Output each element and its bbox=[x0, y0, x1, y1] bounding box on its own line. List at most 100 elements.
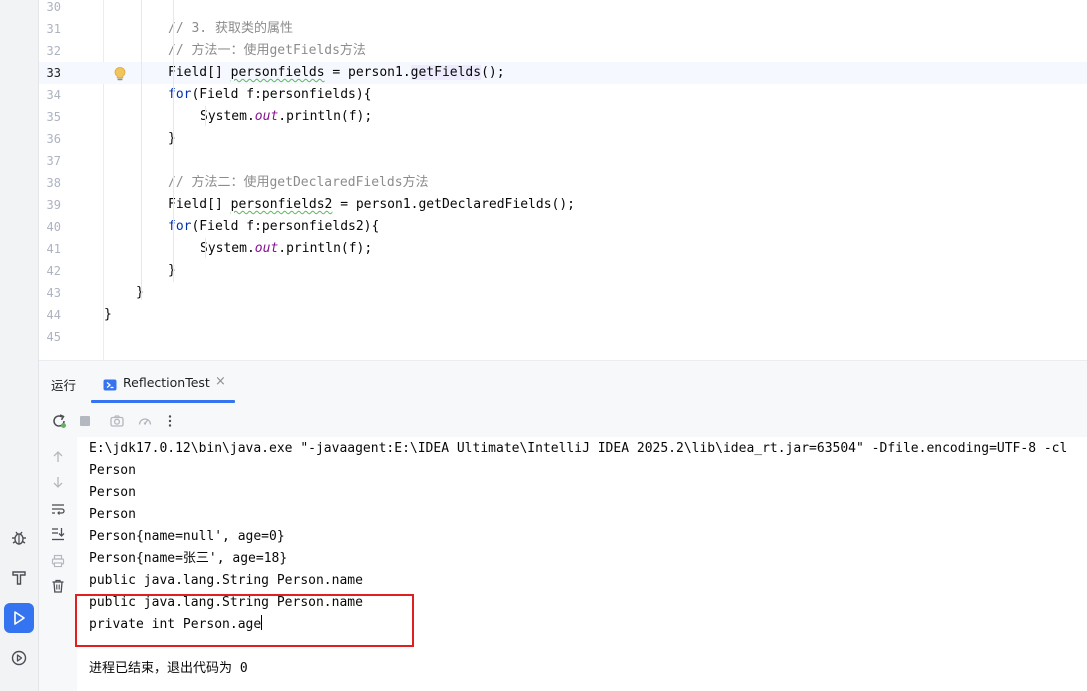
code-text: } bbox=[168, 262, 176, 280]
clear-icon bbox=[52, 579, 64, 593]
clear-all-button[interactable] bbox=[48, 576, 68, 596]
line-number[interactable]: 38 bbox=[39, 176, 61, 190]
console-line: public java.lang.String Person.name bbox=[89, 573, 363, 588]
console-output[interactable]: E:\jdk17.0.12\bin\java.exe "-javaagent:E… bbox=[77, 437, 1087, 691]
scroll-down-button[interactable] bbox=[48, 472, 68, 492]
scroll-up-button[interactable] bbox=[48, 447, 68, 467]
code-text: for(Field f:personfields){ bbox=[168, 86, 372, 104]
more-options-button[interactable] bbox=[160, 411, 180, 431]
stop-button[interactable] bbox=[75, 411, 95, 431]
line-number[interactable]: 34 bbox=[39, 88, 61, 102]
left-tool-strip bbox=[0, 0, 39, 691]
code-line[interactable]: 42} bbox=[39, 260, 1087, 282]
line-number[interactable]: 42 bbox=[39, 264, 61, 278]
code-line[interactable]: 32 // 方法一：使用getFields方法 bbox=[39, 40, 1087, 62]
code-token: System. bbox=[200, 109, 255, 124]
code-text: // 方法一：使用getFields方法 bbox=[168, 42, 366, 60]
run-header: 运行 ReflectionTest × bbox=[39, 361, 1087, 403]
line-number[interactable]: 39 bbox=[39, 198, 61, 212]
console-line: Person{name=张三', age=18} bbox=[89, 551, 288, 566]
soft-wrap-icon bbox=[52, 504, 65, 515]
code-token: } bbox=[168, 263, 176, 278]
profiler-button[interactable] bbox=[135, 411, 155, 431]
code-token: = person1.getDeclaredFields(); bbox=[332, 197, 576, 212]
code-line[interactable]: 35 System.out.println(f); bbox=[39, 106, 1087, 128]
line-number[interactable]: 45 bbox=[39, 330, 61, 344]
code-line[interactable]: 43} bbox=[39, 282, 1087, 304]
console-command-line: E:\jdk17.0.12\bin\java.exe "-javaagent:E… bbox=[89, 441, 1068, 456]
console-line: Person bbox=[89, 463, 136, 478]
line-number[interactable]: 32 bbox=[39, 44, 61, 58]
code-line[interactable]: 31 // 3. 获取类的属性 bbox=[39, 18, 1087, 40]
code-editor[interactable]: 30 31 // 3. 获取类的属性 32 // 方法一：使用getFields方法 33… bbox=[39, 0, 1087, 360]
code-text: } bbox=[104, 306, 112, 324]
code-line[interactable]: 40 for(Field f:personfields2){ bbox=[39, 216, 1087, 238]
code-line[interactable]: 37 bbox=[39, 150, 1087, 172]
code-token: // 3. 获取类的属性 bbox=[168, 21, 293, 36]
code-text: Field[] personfields = person1.getFields… bbox=[168, 64, 505, 82]
line-number[interactable]: 30 bbox=[39, 0, 61, 14]
code-token: Field[] bbox=[168, 65, 231, 80]
build-icon bbox=[12, 571, 26, 585]
console-line: Person{name=null', age=0} bbox=[89, 529, 285, 544]
code-token: System. bbox=[200, 241, 255, 256]
indent-guide bbox=[205, 238, 206, 258]
code-line[interactable]: 45 bbox=[39, 326, 1087, 348]
line-number[interactable]: 35 bbox=[39, 110, 61, 124]
soft-wrap-button[interactable] bbox=[48, 499, 68, 519]
scroll-to-end-button[interactable] bbox=[48, 524, 68, 544]
line-number[interactable]: 44 bbox=[39, 308, 61, 322]
code-line[interactable]: 33 Field[] personfields = person1.getFiel… bbox=[39, 62, 1087, 84]
code-token: for bbox=[168, 219, 192, 234]
code-text: System.out.println(f); bbox=[200, 240, 372, 258]
print-icon bbox=[51, 554, 65, 568]
code-token: personfields2 bbox=[230, 197, 333, 212]
code-token: } bbox=[136, 285, 144, 300]
line-number[interactable]: 33 bbox=[39, 66, 61, 80]
line-number[interactable]: 37 bbox=[39, 154, 61, 168]
code-line[interactable]: 30 bbox=[39, 0, 1087, 18]
run-config-icon bbox=[103, 376, 117, 395]
code-line[interactable]: 41 System.out.println(f); bbox=[39, 238, 1087, 260]
line-number[interactable]: 31 bbox=[39, 22, 61, 36]
process-exit-message: 进程已结束，退出代码为 0 bbox=[89, 661, 248, 676]
code-token: } bbox=[168, 131, 176, 146]
code-line[interactable]: 34 for(Field f:personfields){ bbox=[39, 84, 1087, 106]
intention-bulb-icon[interactable] bbox=[113, 66, 127, 86]
code-token: out bbox=[254, 241, 279, 256]
run-tool-window: 运行 ReflectionTest × E:\jdk17.0.12\bin\ja… bbox=[39, 360, 1087, 691]
services-tool-button[interactable] bbox=[4, 643, 34, 673]
stop-icon bbox=[80, 416, 90, 426]
run-icon bbox=[14, 611, 25, 625]
rerun-button[interactable] bbox=[49, 411, 69, 431]
code-token: out bbox=[254, 109, 279, 124]
highlight-annotation-box bbox=[75, 594, 414, 647]
run-toolbar bbox=[39, 407, 1087, 435]
code-text: } bbox=[136, 284, 144, 302]
build-tool-button[interactable] bbox=[4, 563, 34, 593]
tab-close-icon[interactable]: × bbox=[215, 374, 226, 389]
code-token: Field[] bbox=[168, 197, 231, 212]
line-number[interactable]: 40 bbox=[39, 220, 61, 234]
code-token: = person1. bbox=[324, 65, 411, 80]
tab-reflection-test[interactable]: ReflectionTest × bbox=[91, 361, 235, 403]
code-text: // 3. 获取类的属性 bbox=[168, 20, 293, 38]
code-line[interactable]: 39 Field[] personfields2 = person1.getDec… bbox=[39, 194, 1087, 216]
line-number[interactable]: 36 bbox=[39, 132, 61, 146]
code-token: getFields bbox=[410, 65, 482, 80]
dump-threads-button[interactable] bbox=[107, 411, 127, 431]
run-panel-title: 运行 bbox=[51, 378, 77, 393]
console-line: Person bbox=[89, 485, 136, 500]
print-button[interactable] bbox=[48, 551, 68, 571]
code-token: .println(f); bbox=[278, 109, 373, 124]
code-text: // 方法二：使用getDeclaredFields方法 bbox=[168, 174, 429, 192]
indent-guide bbox=[205, 106, 206, 126]
code-line[interactable]: 38 // 方法二：使用getDeclaredFields方法 bbox=[39, 172, 1087, 194]
code-text: Field[] personfields2 = person1.getDecla… bbox=[168, 196, 575, 214]
debug-tool-button[interactable] bbox=[4, 523, 34, 553]
line-number[interactable]: 41 bbox=[39, 242, 61, 256]
line-number[interactable]: 43 bbox=[39, 286, 61, 300]
code-line[interactable]: 36} bbox=[39, 128, 1087, 150]
code-line[interactable]: 44} bbox=[39, 304, 1087, 326]
run-tool-button[interactable] bbox=[4, 603, 34, 633]
